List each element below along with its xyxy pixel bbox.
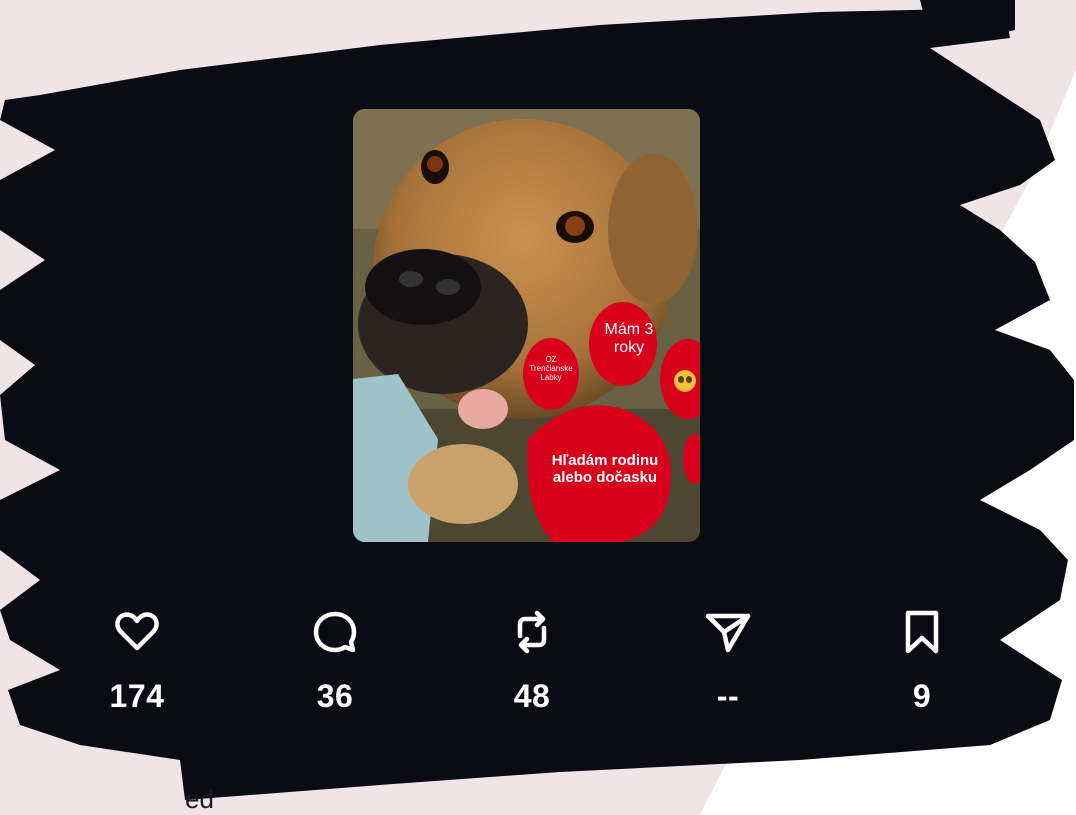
comment-button[interactable]: 36	[290, 606, 380, 715]
bookmark-icon	[905, 610, 939, 654]
bookmark-button[interactable]: 9	[877, 606, 967, 715]
pleading-face-emoji-icon	[674, 370, 696, 392]
like-button[interactable]: 174	[92, 606, 182, 715]
comment-icon	[313, 611, 357, 653]
repost-button[interactable]: 48	[487, 606, 577, 715]
post-image[interactable]: Mám 3 roky OZ Trenčianske Labky Hľadám r…	[353, 109, 700, 542]
repost-icon	[517, 610, 547, 654]
overlay-main-line2: alebo dočasku	[552, 469, 658, 487]
overlay-org-text: OZ Trenčianske Labky	[529, 355, 573, 383]
share-button[interactable]: --	[683, 606, 773, 715]
share-count: --	[716, 678, 740, 714]
overlay-main-line1: Hľadám rodinu	[551, 452, 659, 469]
comment-count: 36	[316, 678, 354, 714]
overlay-main-text: Hľadám rodinu alebo dočasku	[535, 452, 675, 487]
truncated-caption-text: ed	[185, 784, 214, 814]
repost-count: 48	[513, 678, 551, 714]
heart-icon	[115, 612, 159, 651]
overlay-age-text: Mám 3 roky	[604, 321, 654, 357]
like-count: 174	[109, 678, 165, 714]
bookmark-count: 9	[912, 678, 932, 714]
send-icon	[705, 613, 751, 653]
